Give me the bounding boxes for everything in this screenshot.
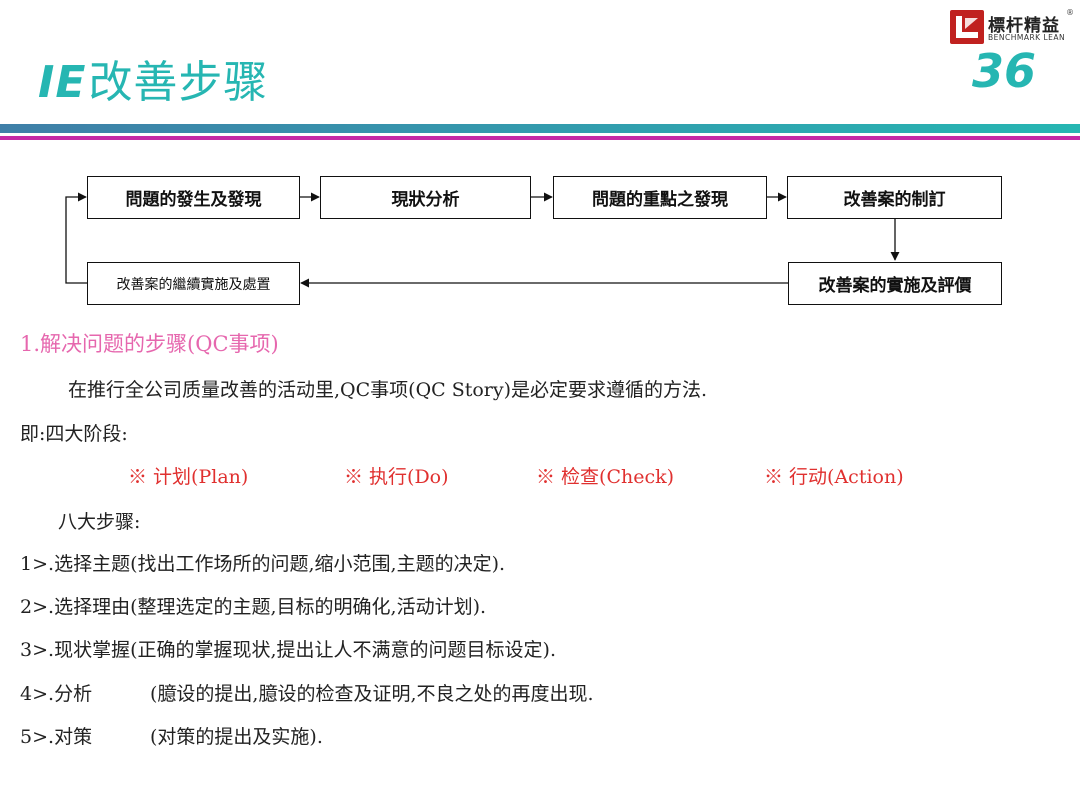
slide: IE改善步骤 標杆精益 ® BENCHMARK LEAN 36 問題的發生及發現… <box>0 0 1080 810</box>
step-detail: (找出工作场所的问题,缩小范围,主题的决定). <box>130 553 506 575</box>
step-detail: (对策的提出及实施). <box>150 726 323 748</box>
step-name: 分析 <box>54 683 93 705</box>
flow-step-6: 改善案的繼續實施及處置 <box>87 262 300 305</box>
step-number: 2>. <box>20 596 55 618</box>
flow-step-3: 問題的重點之發現 <box>553 176 767 219</box>
flow-step-2: 現狀分析 <box>320 176 531 219</box>
step-item: 5>.对策 <box>20 722 92 749</box>
step-detail: (正确的掌握现状,提出让人不满意的问题目标设定). <box>130 639 556 661</box>
step-number: 3>. <box>20 639 55 661</box>
eight-steps-label: 八大步骤: <box>58 511 141 533</box>
step-number: 4>. <box>20 683 55 705</box>
step-number: 1>. <box>20 553 55 575</box>
stage-check: ※ 检查(Check) <box>536 466 675 488</box>
arrow-6-1 <box>65 192 87 284</box>
stage-plan: ※ 计划(Plan) <box>128 466 249 488</box>
stage-do: ※ 执行(Do) <box>344 466 449 488</box>
step-item: 2>.选择理由(整理选定的主题,目标的明确化,活动计划). <box>20 592 486 619</box>
step-detail: (臆设的提出,臆设的检查及证明,不良之处的再度出现. <box>150 683 594 705</box>
stage-action: ※ 行动(Action) <box>764 466 904 488</box>
step-name: 现状掌握 <box>54 639 131 661</box>
intro-text: 在推行全公司质量改善的活动里,QC事项(QC Story)是必定要求遵循的方法. <box>68 379 708 401</box>
step-name: 选择主题 <box>54 553 131 575</box>
step-item: 1>.选择主题(找出工作场所的问题,缩小范围,主题的决定). <box>20 549 505 576</box>
flow-step-4: 改善案的制訂 <box>787 176 1002 219</box>
section-title: 1.解决问题的步骤(QC事项) <box>20 332 279 356</box>
four-stages-label: 即:四大阶段: <box>20 423 128 445</box>
step-item: 3>.现状掌握(正确的掌握现状,提出让人不满意的问题目标设定). <box>20 635 556 662</box>
improvement-flowchart: 問題的發生及發現 現狀分析 問題的重點之發現 改善案的制訂 改善案的實施及評價 … <box>0 0 1080 320</box>
step-item: 4>.分析 <box>20 679 92 706</box>
flow-step-1: 問題的發生及發現 <box>87 176 300 219</box>
step-name: 对策 <box>54 726 93 748</box>
step-detail: (整理选定的主题,目标的明确化,活动计划). <box>130 596 487 618</box>
step-number: 5>. <box>20 726 55 748</box>
flow-step-5: 改善案的實施及評價 <box>788 262 1002 305</box>
step-name: 选择理由 <box>54 596 131 618</box>
